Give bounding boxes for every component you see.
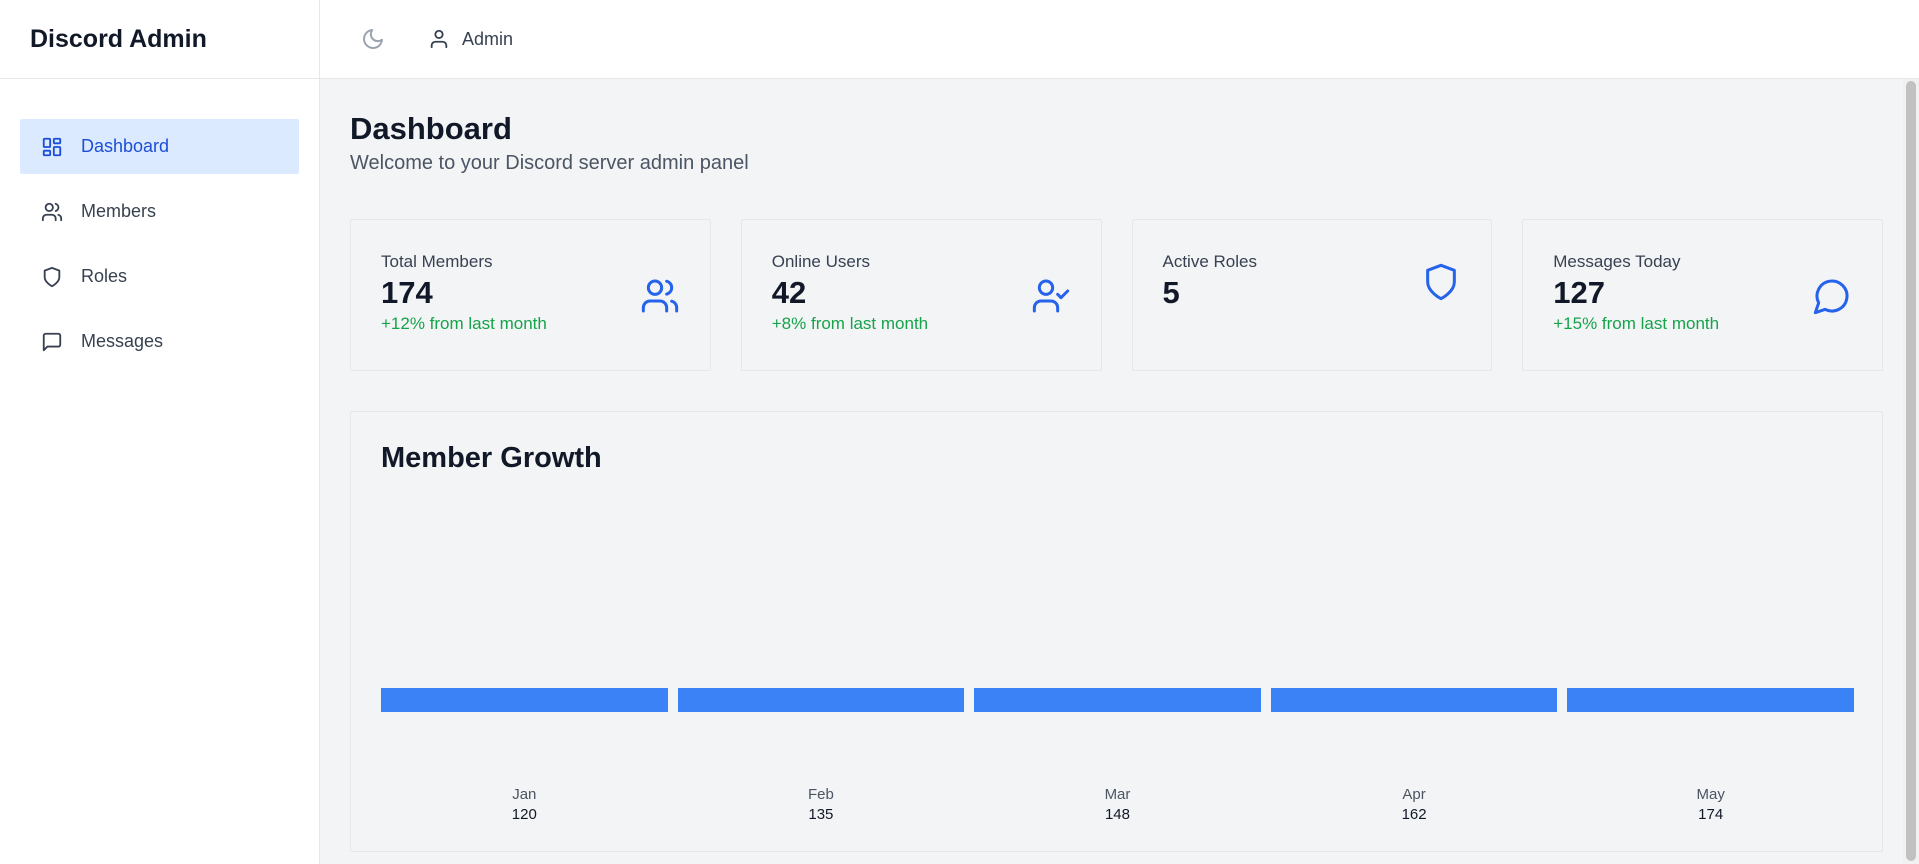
stats-row: Total Members 174 +12% from last month O… <box>350 219 1883 371</box>
sidebar-item-label: Members <box>81 201 157 221</box>
member-growth-card: Member Growth Jan 120 Feb 135 Mar 148 Apr 162 Ma… <box>350 411 1883 852</box>
user-check-icon <box>1031 276 1071 316</box>
stat-value: 174 <box>381 275 433 310</box>
chart-x-label: Feb <box>807 786 834 803</box>
sidebar-item-messages[interactable]: Messages <box>20 314 299 369</box>
shield-icon <box>41 266 63 288</box>
stat-label: Active Roles <box>1162 252 1257 271</box>
sidebar-item-members[interactable]: Members <box>20 184 299 239</box>
stat-card-online-users: Online Users 42 +8% from last month <box>740 219 1102 371</box>
chart-bar-may <box>1567 688 1854 712</box>
stat-value: 5 <box>1162 275 1180 310</box>
top-header: Admin <box>320 0 1919 79</box>
stat-card-total-members: Total Members 174 +12% from last month <box>350 219 711 371</box>
chart-x-label: May <box>1696 786 1725 803</box>
stat-change: +15% from last month <box>1553 314 1720 334</box>
chart-bar-apr <box>1270 688 1558 712</box>
page-scrollbar[interactable] <box>1903 79 1919 864</box>
stat-card-messages-today: Messages Today 127 +15% from last month <box>1522 219 1883 371</box>
chart-bar-mar <box>974 688 1261 712</box>
chart-title: Member Growth <box>381 442 602 474</box>
sidebar-item-label: Messages <box>81 331 164 351</box>
users-icon <box>640 276 680 316</box>
stat-label: Total Members <box>381 252 493 271</box>
scrollbar-thumb[interactable] <box>1906 81 1916 861</box>
stat-change: +8% from last month <box>771 314 929 334</box>
main-content: Dashboard Welcome to your Discord server… <box>320 79 1903 864</box>
chart-data-label: 120 <box>511 806 537 823</box>
sidebar-item-label: Roles <box>81 266 128 286</box>
app-title: Discord Admin <box>0 0 319 79</box>
chart-x-label: Apr <box>1402 786 1426 803</box>
stat-label: Messages Today <box>1553 252 1681 271</box>
message-circle-icon <box>1812 276 1852 316</box>
chart-bar-feb <box>677 688 965 712</box>
page-title: Dashboard <box>350 111 512 146</box>
users-icon <box>41 201 63 223</box>
chart-data-label: 174 <box>1698 806 1724 823</box>
shield-icon <box>1421 262 1461 302</box>
sidebar-item-label: Dashboard <box>81 136 170 156</box>
stat-change: +12% from last month <box>381 314 547 334</box>
chart-x-label: Jan <box>512 786 537 803</box>
user-icon <box>430 29 448 49</box>
chart-data-label: 135 <box>808 806 834 823</box>
theme-toggle-button[interactable] <box>360 26 386 52</box>
user-menu-button[interactable]: Admin <box>428 28 513 50</box>
chart-data-label: 162 <box>1401 806 1427 823</box>
member-growth-chart <box>381 487 1854 712</box>
dashboard-icon <box>41 136 63 158</box>
sidebar-nav: Dashboard Members Roles Messages <box>0 79 319 369</box>
stat-label: Online Users <box>771 252 871 271</box>
stat-card-active-roles: Active Roles 5 <box>1131 219 1493 371</box>
chart-x-labels: Jan 120 Feb 135 Mar 148 Apr 162 May 174 <box>381 786 1854 836</box>
sidebar: Discord Admin Dashboard Members Roles Me… <box>0 0 320 864</box>
chart-bar-jan <box>381 688 668 712</box>
chart-x-label: Mar <box>1104 786 1131 803</box>
sidebar-item-roles[interactable]: Roles <box>20 249 299 304</box>
stat-value: 42 <box>771 275 807 310</box>
chart-data-label: 148 <box>1104 806 1130 823</box>
stat-value: 127 <box>1553 275 1605 310</box>
user-name: Admin <box>462 28 514 49</box>
page-subtitle: Welcome to your Discord server admin pan… <box>350 152 749 174</box>
moon-icon <box>363 29 383 49</box>
message-icon <box>41 331 63 353</box>
sidebar-item-dashboard[interactable]: Dashboard <box>20 119 299 174</box>
